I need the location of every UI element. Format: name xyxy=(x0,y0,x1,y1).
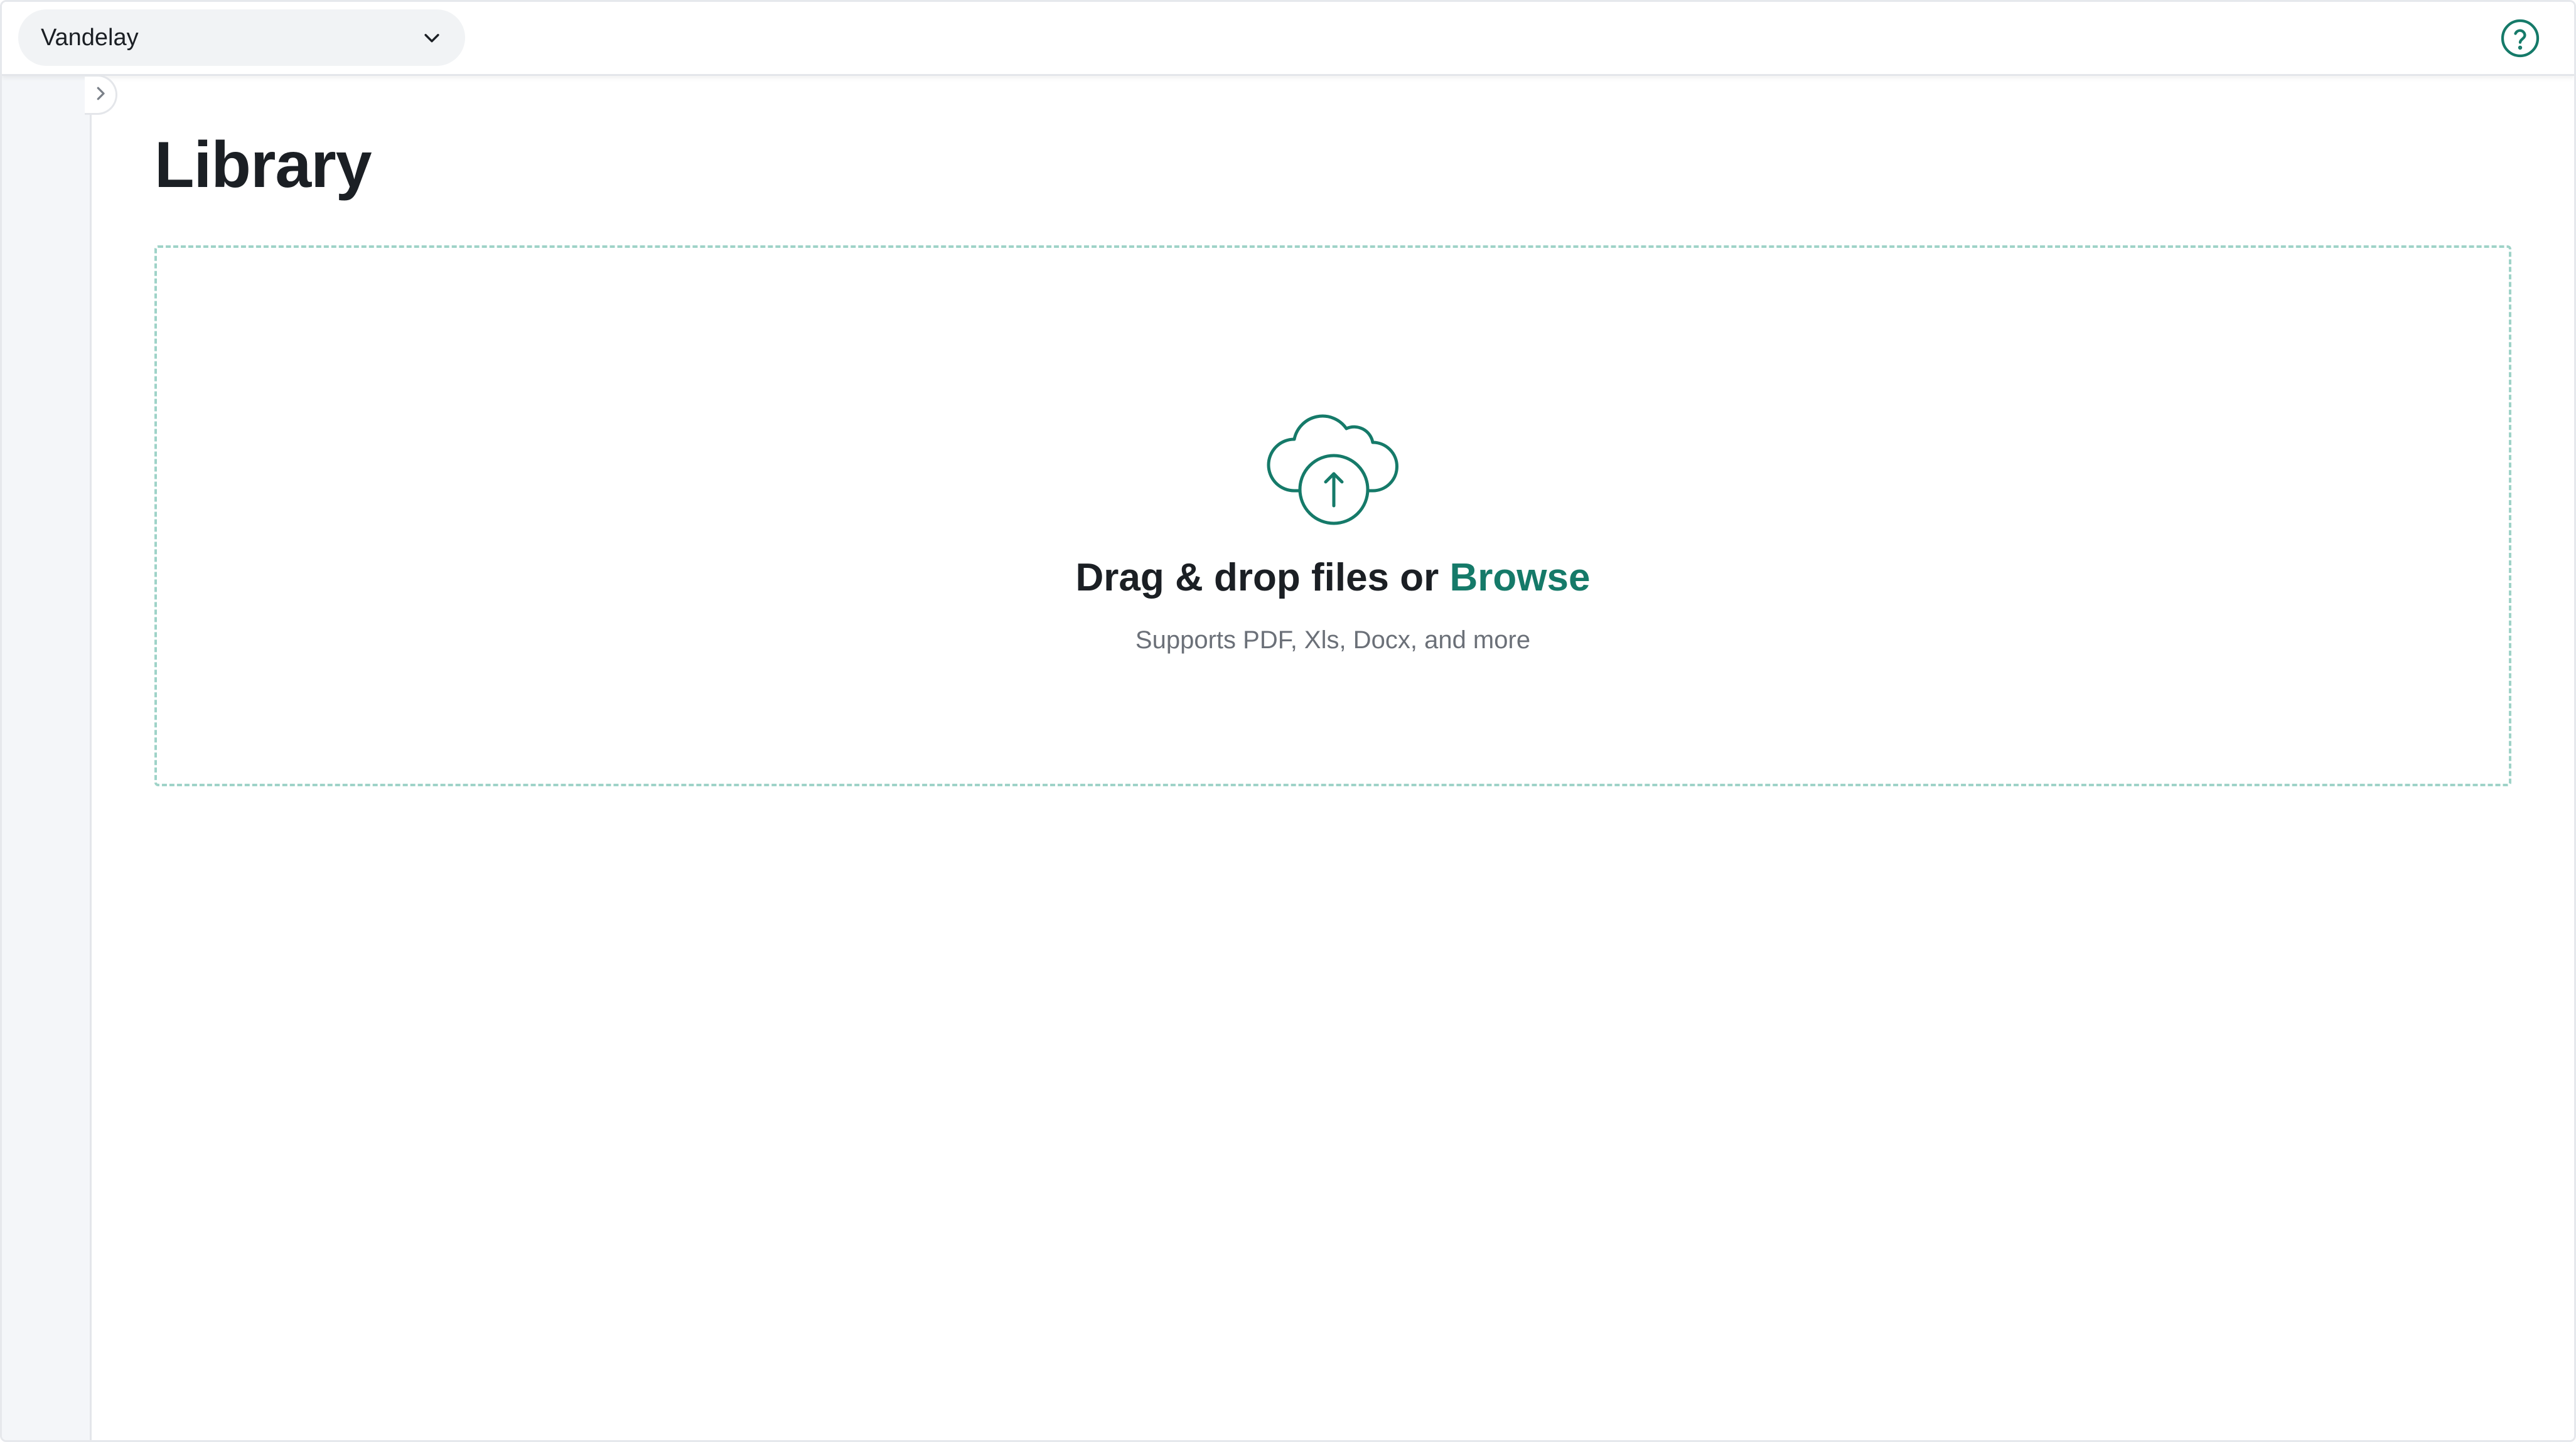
top-bar: Vandelay xyxy=(2,2,2574,76)
browse-link[interactable]: Browse xyxy=(1450,556,1591,599)
dropzone-prompt: Drag & drop files or xyxy=(1075,556,1439,599)
chevron-down-icon xyxy=(421,27,443,48)
dropzone-prompt-line: Drag & drop files or Browse xyxy=(157,555,2509,600)
workspace-select[interactable]: Vandelay xyxy=(18,9,465,66)
workspace-selected-label: Vandelay xyxy=(41,24,139,51)
file-dropzone[interactable]: Drag & drop files or Browse Supports PDF… xyxy=(154,245,2511,786)
main-content: Library Drag & drop files or Browse Supp… xyxy=(92,76,2574,1440)
chevron-right-icon xyxy=(91,84,110,106)
app-window: Vandelay Library Drag & drop files or Br… xyxy=(0,0,2576,1442)
page-title: Library xyxy=(154,129,372,201)
supported-formats-text: Supports PDF, Xls, Docx, and more xyxy=(1135,626,1531,654)
sidebar xyxy=(2,74,92,1440)
help-circle-icon[interactable] xyxy=(2500,18,2540,58)
cloud-upload-icon xyxy=(1265,408,1403,530)
